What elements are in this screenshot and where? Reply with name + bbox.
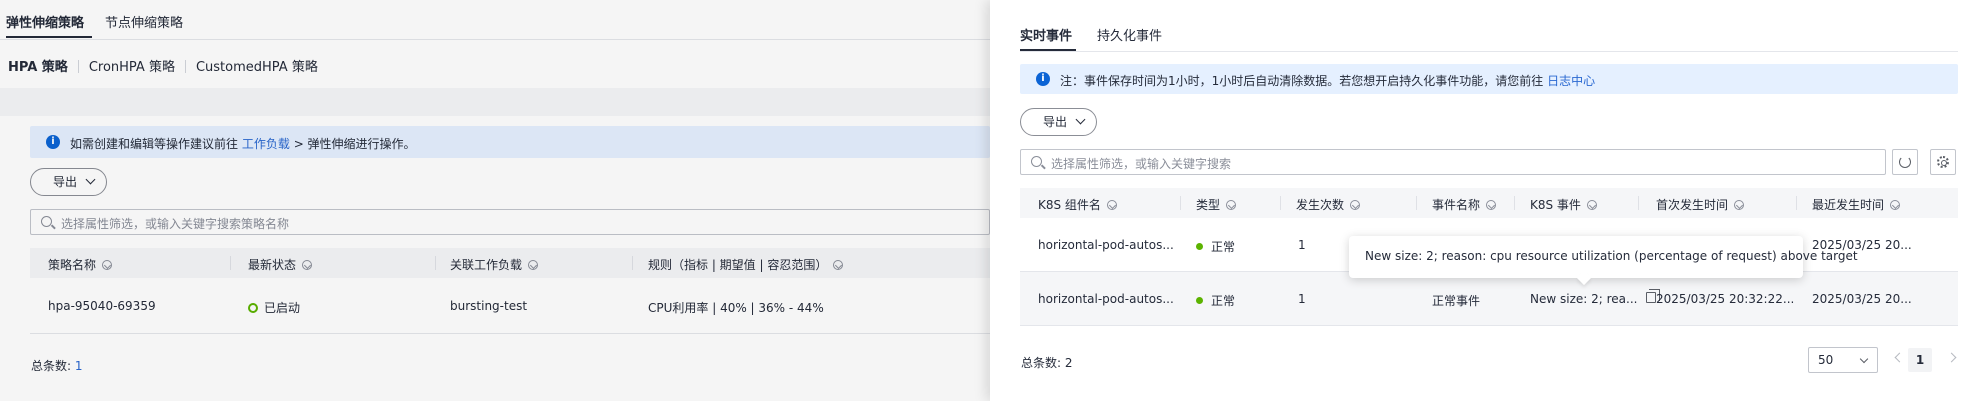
info-icon: i [1036, 72, 1050, 86]
event-type: 正常 [1196, 292, 1235, 309]
export-button[interactable]: 导出 [1020, 108, 1098, 136]
refresh-button[interactable] [1892, 149, 1918, 175]
occurrence-count: 1 [1298, 238, 1306, 252]
hpa-policy-page: 弹性伸缩策略 节点伸缩策略 HPA 策略 CronHPA 策略 CustomedHP… [0, 0, 990, 401]
notice-text: 注：事件保存时间为1小时，1小时后自动清除数据。若您想开启持久化事件功能，请您前… [1060, 74, 1596, 88]
page-size-select[interactable]: 50 [1808, 347, 1878, 373]
tab-persistent-events[interactable]: 持久化事件 [1097, 25, 1162, 44]
sort-icon[interactable] [1350, 200, 1361, 210]
gear-icon [1937, 156, 1949, 168]
component-name: horizontal-pod-autos... [1038, 292, 1174, 306]
sort-icon[interactable] [1586, 200, 1597, 210]
notice-banner: i 注：事件保存时间为1小时，1小时后自动清除数据。若您想开启持久化事件功能，请… [1020, 64, 1958, 94]
last-time: 2025/03/25 20... [1812, 292, 1912, 306]
tab-realtime-events[interactable]: 实时事件 [1020, 25, 1072, 44]
sort-icon[interactable] [1106, 200, 1117, 210]
copy-icon[interactable] [1646, 289, 1660, 305]
refresh-icon [1899, 156, 1911, 168]
sort-icon[interactable] [1486, 200, 1497, 210]
page-number-current[interactable]: 1 [1908, 348, 1932, 372]
event-tooltip: New size: 2; reason: cpu resource utiliz… [1349, 236, 1858, 278]
event-name: 正常事件 [1432, 294, 1481, 308]
settings-button[interactable] [1930, 149, 1956, 175]
column-header[interactable]: K8S 组件名 [1038, 196, 1117, 213]
column-header[interactable]: 最近发生时间 [1812, 196, 1901, 213]
sort-icon[interactable] [1226, 200, 1237, 210]
component-name: horizontal-pod-autos... [1038, 238, 1174, 252]
status-normal-icon [1196, 243, 1203, 250]
chevron-down-icon [1075, 114, 1086, 125]
event-type: 正常 [1196, 238, 1235, 255]
chevron-down-icon [1859, 354, 1869, 364]
event-search-input[interactable]: 选择属性筛选，或输入关键字搜索 [1020, 149, 1886, 175]
column-header[interactable]: 事件名称 [1432, 196, 1497, 213]
log-center-link[interactable]: 日志中心 [1547, 74, 1595, 88]
sort-icon[interactable] [1734, 200, 1745, 210]
column-header[interactable]: 首次发生时间 [1656, 196, 1745, 213]
column-header[interactable]: 发生次数 [1296, 196, 1361, 213]
event-table-header: K8S 组件名 类型 发生次数 事件名称 K8S 事件 首次发生时间 最近发生时… [1020, 188, 1958, 218]
search-icon [1031, 156, 1042, 167]
k8s-event: New size: 2; rea... [1530, 292, 1638, 306]
first-time: 2025/03/25 20:32:22... [1656, 292, 1795, 306]
table-row: horizontal-pod-autos... 正常 1 正常事件 New si… [1020, 272, 1958, 326]
overlay-mask[interactable] [0, 0, 990, 401]
tabs-divider [1020, 51, 1958, 52]
status-normal-icon [1196, 297, 1203, 304]
occurrence-count: 1 [1298, 292, 1306, 306]
column-header[interactable]: 类型 [1196, 196, 1237, 213]
sort-icon[interactable] [1890, 200, 1901, 210]
column-header[interactable]: K8S 事件 [1530, 196, 1597, 213]
total-count: 总条数: 2 [1021, 356, 1073, 370]
